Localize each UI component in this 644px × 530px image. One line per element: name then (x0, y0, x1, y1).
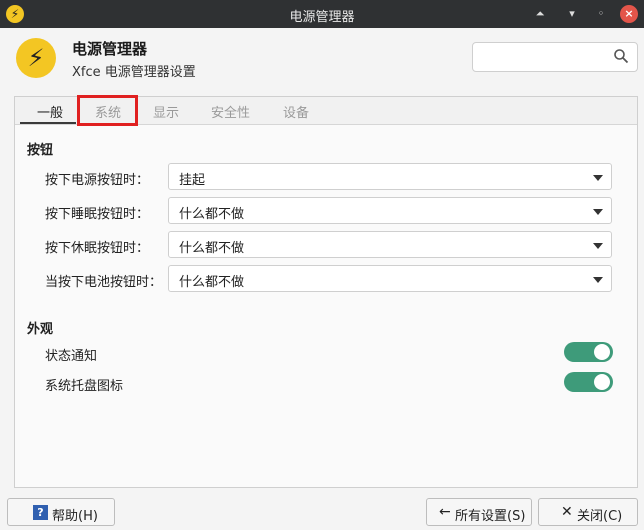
header: ⚡ 电源管理器 Xfce 电源管理器设置 (0, 28, 644, 90)
help-icon: ? (33, 505, 48, 520)
hibernate-button-label: 按下休眠按钮时： (45, 241, 150, 256)
maximize-icon[interactable]: ◦ (592, 5, 610, 23)
sleep-button-label: 按下睡眠按钮时： (45, 207, 150, 222)
battery-button-value: 什么都不做 (179, 275, 245, 290)
sleep-button-value: 什么都不做 (179, 207, 245, 222)
sleep-button-select[interactable]: 什么都不做 (168, 197, 612, 224)
close-icon: ✕ (561, 504, 573, 520)
title-bar: ⚡ 电源管理器 ⏶ ▾ ◦ × (0, 0, 644, 28)
toggle-knob (594, 374, 610, 390)
page-subtitle: Xfce 电源管理器设置 (72, 65, 196, 80)
active-tab-indicator (20, 122, 76, 124)
status-notification-label: 状态通知 (45, 349, 98, 364)
settings-panel: 一般 系统 显示 安全性 设备 按钮 按下电源按钮时： 挂起 按下睡眠按钮时： … (14, 95, 638, 488)
tab-security[interactable]: 安全性 (211, 102, 250, 121)
battery-button-select[interactable]: 什么都不做 (168, 265, 612, 292)
power-button-value: 挂起 (179, 173, 206, 188)
footer: ? 帮助(H) ← 所有设置(S) ✕ 关闭(C) (0, 494, 644, 530)
lightning-icon: ⚡ (16, 38, 56, 78)
chevron-down-icon (593, 243, 603, 249)
hibernate-button-value: 什么都不做 (179, 241, 245, 256)
tab-bar: 一般 系统 显示 安全性 设备 (15, 95, 637, 126)
tray-icon-toggle[interactable] (564, 372, 613, 392)
help-button-label: 帮助(H) (52, 509, 98, 524)
tray-icon-label: 系统托盘图标 (45, 379, 124, 394)
search-icon[interactable] (613, 48, 629, 64)
window-up-icon[interactable]: ⏶ (531, 5, 549, 23)
tab-display[interactable]: 显示 (153, 102, 179, 121)
toggle-knob (594, 344, 610, 360)
tab-general[interactable]: 一般 (37, 102, 63, 121)
close-icon[interactable]: × (620, 5, 638, 23)
highlight-box (77, 95, 138, 126)
main-area: 一般 系统 显示 安全性 设备 按钮 按下电源按钮时： 挂起 按下睡眠按钮时： … (0, 90, 644, 494)
power-button-select[interactable]: 挂起 (168, 163, 612, 190)
help-button[interactable]: ? 帮助(H) (7, 498, 115, 526)
chevron-down-icon (593, 277, 603, 283)
tab-devices[interactable]: 设备 (283, 102, 309, 121)
battery-button-label: 当按下电池按钮时： (45, 275, 163, 290)
arrow-left-icon: ← (439, 504, 451, 520)
power-button-label: 按下电源按钮时： (45, 173, 150, 188)
status-notification-toggle[interactable] (564, 342, 613, 362)
close-button[interactable]: ✕ 关闭(C) (538, 498, 638, 526)
chevron-down-icon (593, 209, 603, 215)
page-title: 电源管理器 (72, 40, 148, 58)
minimize-icon[interactable]: ▾ (563, 5, 581, 23)
all-settings-button[interactable]: ← 所有设置(S) (426, 498, 532, 526)
section-title-appearance: 外观 (27, 322, 54, 337)
all-settings-button-label: 所有设置(S) (455, 509, 526, 524)
close-button-label: 关闭(C) (577, 509, 623, 524)
hibernate-button-select[interactable]: 什么都不做 (168, 231, 612, 258)
chevron-down-icon (593, 175, 603, 181)
section-title-buttons: 按钮 (27, 143, 54, 158)
